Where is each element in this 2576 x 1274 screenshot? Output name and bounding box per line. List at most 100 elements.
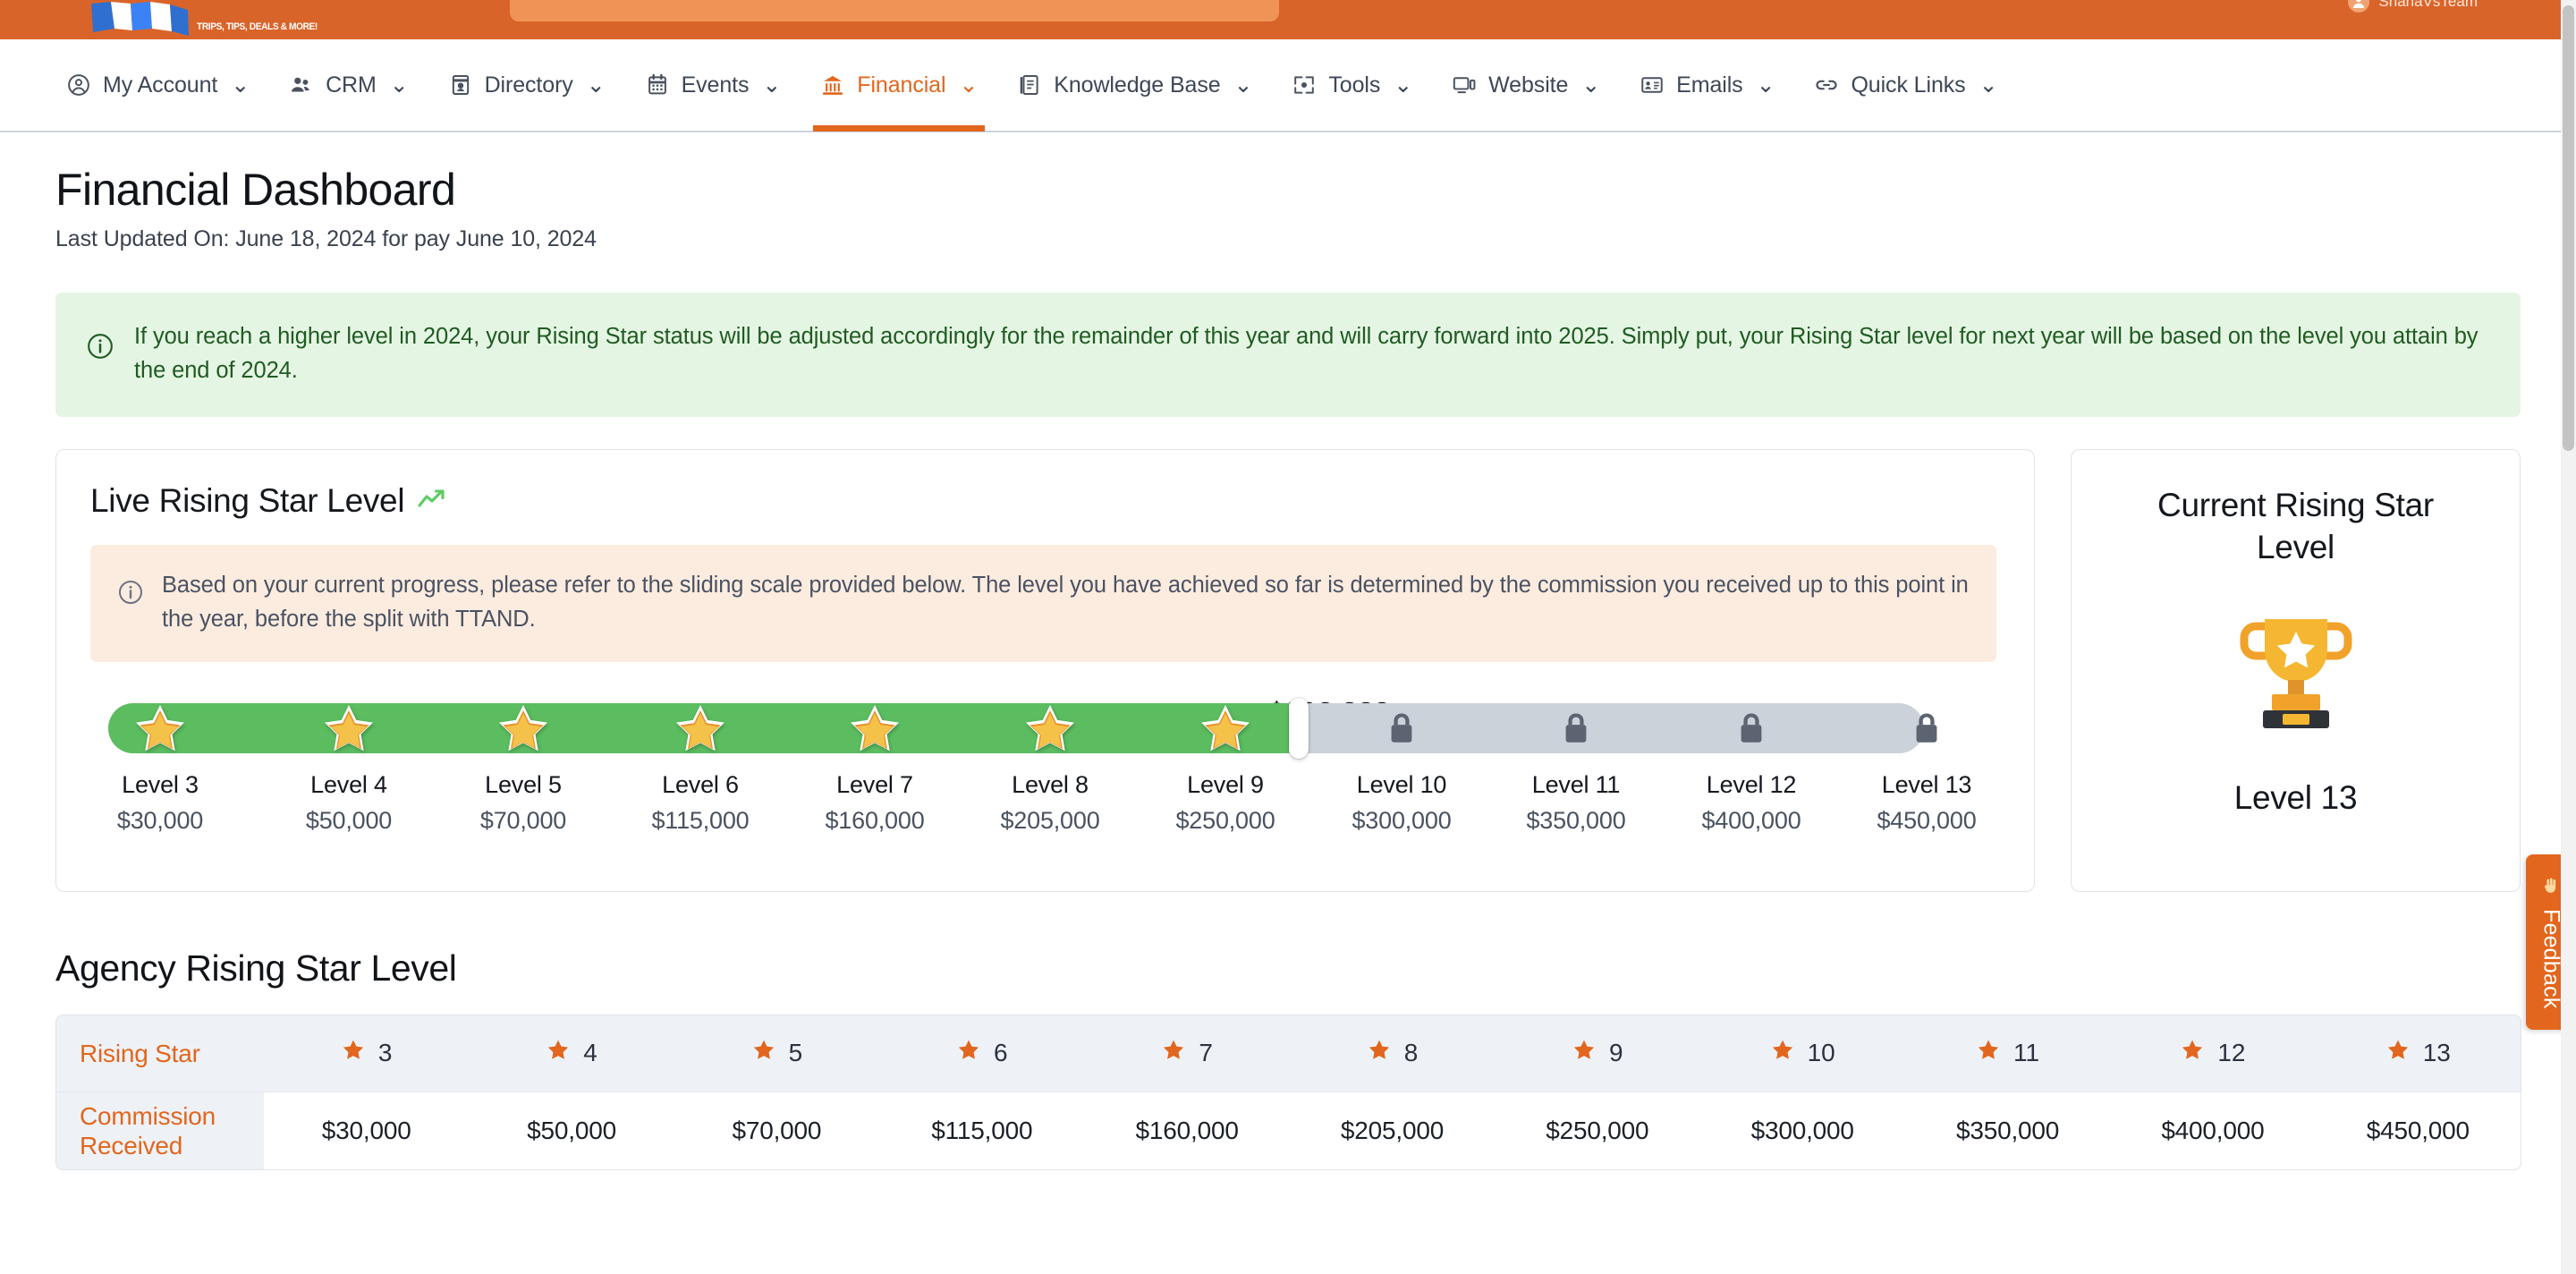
table-row-header-rising-star: Rising Star: [56, 1015, 264, 1092]
nav-label: Events: [681, 72, 750, 98]
level-node-3[interactable]: [132, 701, 188, 756]
table-cell: $205,000: [1289, 1091, 1496, 1169]
star-icon: [1976, 1038, 2001, 1069]
col-label: 8: [1403, 1039, 1419, 1067]
current-level-label: Level 13: [2233, 778, 2358, 816]
level-node-10[interactable]: [1386, 711, 1417, 745]
star-icon: [1770, 1038, 1795, 1069]
page-scrollbar[interactable]: [2561, 0, 2576, 1274]
agency-rising-star-table-wrapper: Rising Star 3 4 5 6 7 8 9 10 11 12 13 Co…: [55, 1014, 2521, 1170]
scrollbar-thumb[interactable]: [2563, 5, 2574, 451]
chevron-down-icon: ⌄: [1233, 72, 1253, 98]
nav-item-website[interactable]: Website ⌄: [1432, 38, 1620, 132]
col-label: 3: [377, 1039, 393, 1067]
col-label: 4: [583, 1039, 597, 1067]
level-name: Level 8: [1012, 770, 1089, 798]
chevron-down-icon: ⌄: [1394, 72, 1413, 98]
nav-label: Directory: [484, 72, 573, 98]
level-node-7[interactable]: [847, 701, 902, 756]
user-avatar-icon: [2348, 0, 2370, 13]
bank-icon: [820, 72, 845, 98]
level-node-6[interactable]: [673, 701, 728, 756]
level-label-6: Level 6 $115,000: [651, 771, 749, 835]
level-amount: $160,000: [825, 806, 925, 834]
table-cell: $30,000: [264, 1091, 470, 1169]
user-name-label: ShanaVsTeam: [2378, 0, 2478, 10]
star-icon: [2180, 1038, 2205, 1069]
table-cell: $115,000: [879, 1091, 1085, 1169]
nav-item-my-account[interactable]: My Account ⌄: [47, 38, 269, 132]
calendar-icon: [645, 72, 670, 98]
level-node-5[interactable]: [496, 701, 551, 756]
progress-handle[interactable]: [1289, 697, 1309, 759]
nav-item-directory[interactable]: Directory ⌄: [428, 38, 625, 132]
nav-item-events[interactable]: Events ⌄: [625, 38, 801, 132]
level-label-9: Level 9 $250,000: [1175, 771, 1275, 835]
rising-star-progress: $292,223: [90, 696, 2000, 852]
table-col-header-5: 5: [674, 1015, 879, 1092]
level-node-4[interactable]: [321, 701, 377, 756]
level-node-8[interactable]: [1022, 701, 1078, 756]
hand-wave-icon: [2541, 876, 2561, 900]
chevron-down-icon: ⌄: [586, 72, 606, 98]
level-node-9[interactable]: [1198, 701, 1253, 756]
level-label-13: Level 13 $450,000: [1877, 771, 1976, 835]
nav-item-knowledge-base[interactable]: Knowledge Base ⌄: [997, 38, 1272, 132]
global-search-field[interactable]: [510, 0, 1279, 21]
star-icon: [956, 1038, 981, 1069]
col-label: 13: [2422, 1039, 2451, 1067]
nav-label: Website: [1488, 72, 1569, 98]
nav-item-quick-links[interactable]: Quick Links ⌄: [1794, 38, 2017, 132]
financial-dashboard-page: TRIPS, TIPS, DEALS & MORE! ShanaVsTeam M…: [0, 0, 2576, 1274]
last-updated-subtitle: Last Updated On: June 18, 2024 for pay J…: [55, 225, 597, 251]
level-amount: $350,000: [1526, 806, 1626, 834]
chevron-down-icon: ⌄: [389, 72, 409, 98]
level-label-8: Level 8 $205,000: [1000, 771, 1099, 835]
col-label: 7: [1199, 1039, 1213, 1067]
progress-track[interactable]: [108, 697, 1937, 759]
level-amount: $450,000: [1877, 806, 1977, 834]
level-amount: $30,000: [116, 806, 204, 834]
main-navigation: My Account ⌄ CRM ⌄ Directory ⌄ Events ⌄ …: [0, 39, 2576, 132]
table-col-header-4: 4: [469, 1015, 674, 1092]
table-cell: $400,000: [2110, 1091, 2316, 1169]
table-col-header-10: 10: [1700, 1015, 1905, 1092]
nav-item-crm[interactable]: CRM ⌄: [269, 38, 428, 132]
dashboard-content: Financial Dashboard Last Updated On: Jun…: [0, 132, 2576, 1170]
nav-item-tools[interactable]: Tools ⌄: [1272, 38, 1432, 132]
level-label-12: Level 12 $400,000: [1701, 771, 1801, 835]
nav-item-financial[interactable]: Financial ⌄: [801, 38, 997, 132]
brand-logo-group[interactable]: TRIPS, TIPS, DEALS & MORE!: [88, 2, 328, 38]
nav-label: Quick Links: [1851, 72, 1966, 98]
nav-label: Financial: [857, 72, 946, 98]
table-col-header-13: 13: [2316, 1015, 2521, 1092]
level-amount: $300,000: [1352, 806, 1452, 834]
nav-item-emails[interactable]: Emails ⌄: [1620, 38, 1794, 132]
level-label-4: Level 4 $50,000: [306, 771, 392, 835]
alert-text: If you reach a higher level in 2024, you…: [134, 323, 2479, 384]
table-cell: $70,000: [674, 1091, 880, 1169]
user-account-chip[interactable]: ShanaVsTeam: [2348, 0, 2478, 13]
table-col-header-3: 3: [264, 1015, 469, 1092]
level-node-11[interactable]: [1561, 711, 1591, 745]
level-node-12[interactable]: [1736, 711, 1767, 745]
level-label-11: Level 11 $350,000: [1526, 771, 1625, 835]
live-card-title-row: Live Rising Star Level: [90, 482, 2000, 520]
level-name: Level 10: [1356, 770, 1447, 798]
table-col-header-11: 11: [1905, 1015, 2110, 1092]
live-rising-star-card: Live Rising Star Level Based on your cur…: [55, 449, 2035, 892]
level-name: Level 4: [310, 770, 387, 798]
level-name: Level 5: [485, 770, 562, 798]
level-label-3: Level 3 $30,000: [117, 771, 203, 835]
table-cell: $450,000: [2315, 1091, 2521, 1169]
agency-section-title: Agency Rising Star Level: [55, 947, 457, 989]
star-icon: [1367, 1038, 1392, 1069]
level-node-13[interactable]: [1911, 711, 1942, 745]
table-row: Commission Received $30,000 $50,000 $70,…: [56, 1091, 2521, 1169]
table-col-header-7: 7: [1084, 1015, 1289, 1092]
col-label: 12: [2217, 1039, 2246, 1067]
star-icon: [751, 1038, 776, 1069]
link-icon: [1814, 72, 1839, 98]
table-col-header-8: 8: [1290, 1015, 1495, 1092]
nav-label: CRM: [326, 72, 377, 98]
